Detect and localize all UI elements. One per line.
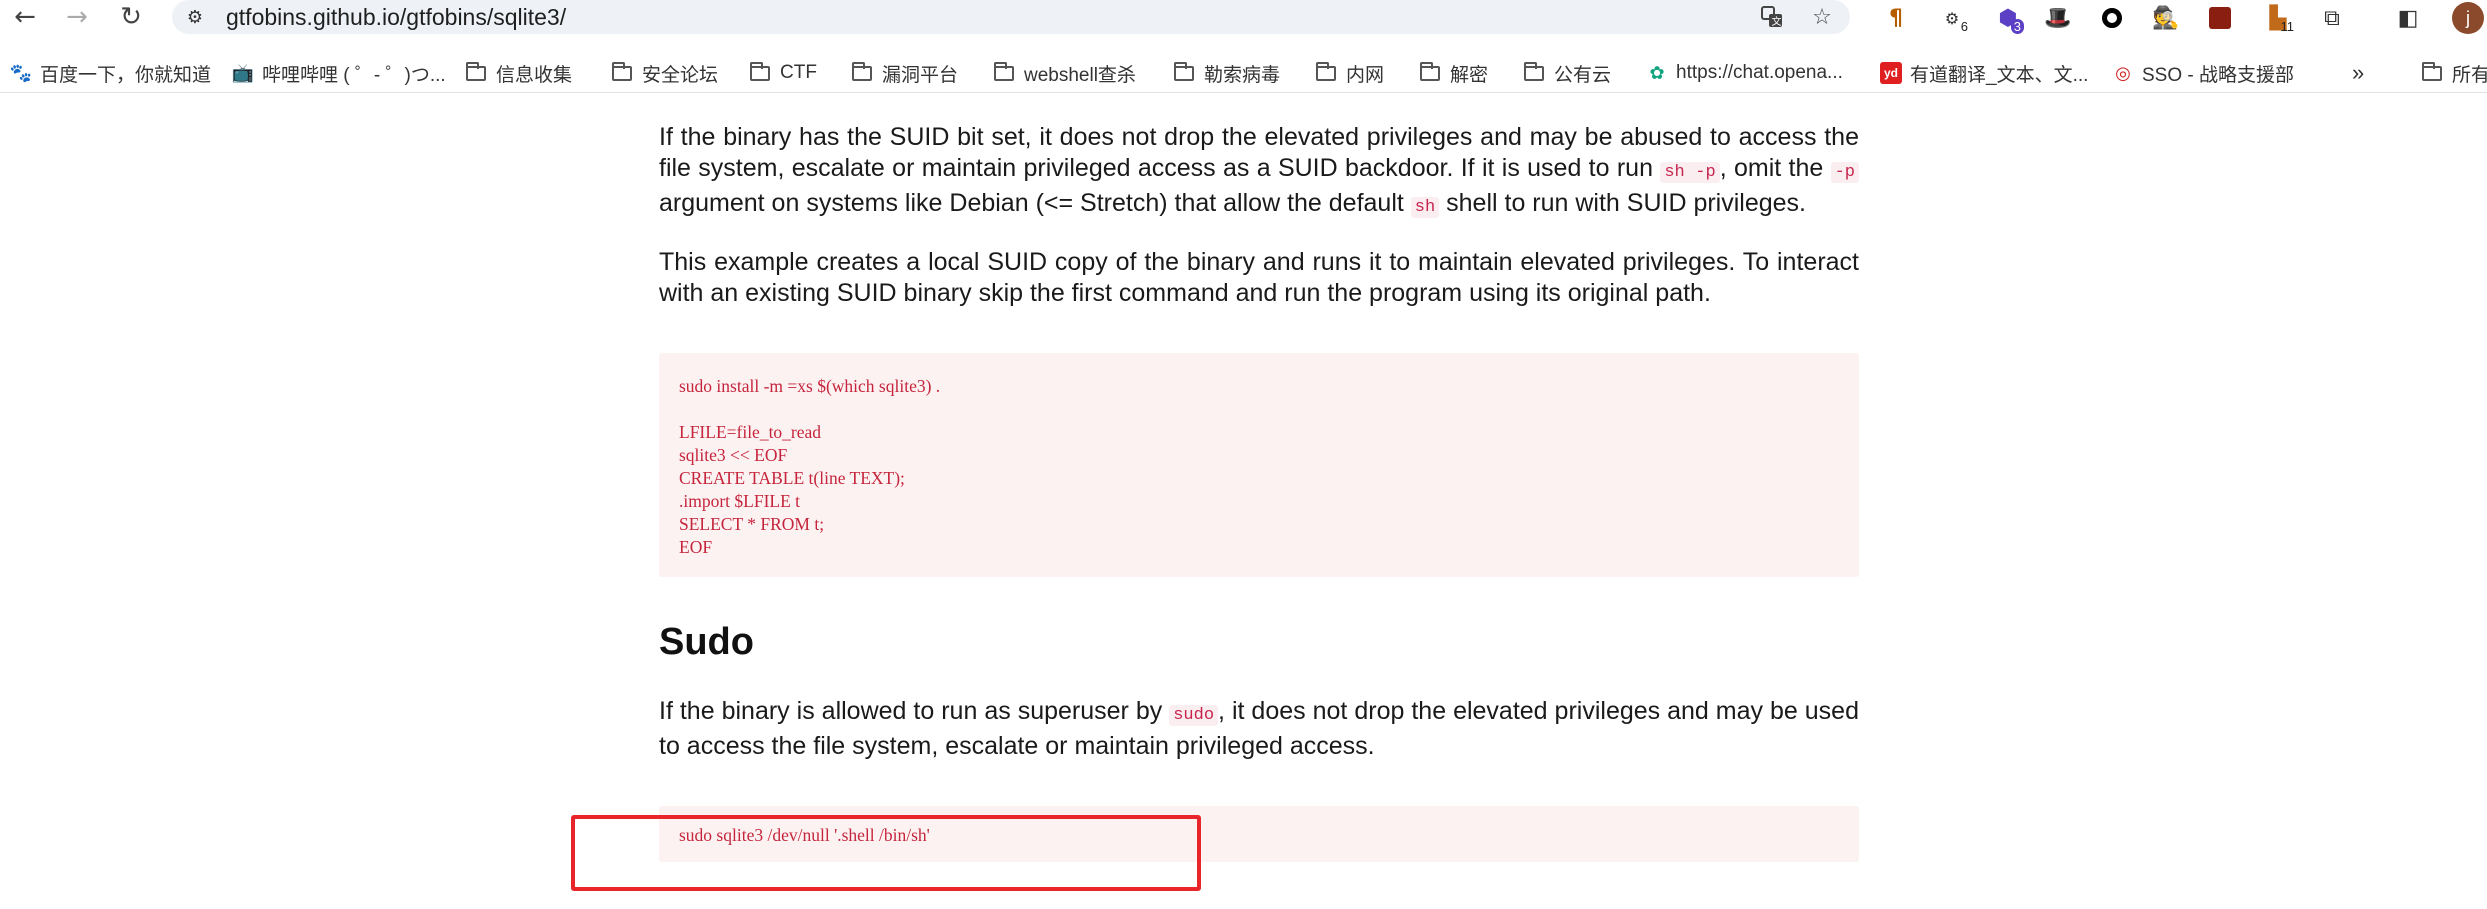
page-content: If the binary has the SUID bit set, it d…	[659, 122, 1860, 862]
extensions-puzzle-icon[interactable]: ⧉	[2316, 2, 2348, 34]
inline-code: sh	[1410, 197, 1440, 218]
bookmark-bilibili[interactable]: 📺 哔哩哔哩 ( ゜- ゜)つ...	[232, 58, 446, 88]
wappalyzer-extension-icon[interactable]: ⚙ 6	[1936, 2, 1968, 35]
bilibili-icon: 📺	[231, 62, 255, 84]
folder-icon	[1316, 61, 1336, 81]
bookmark-youdao[interactable]: yd 有道翻译_文本、文...	[1880, 58, 2088, 88]
bookmark-folder-vuln[interactable]: 漏洞平台	[852, 58, 958, 88]
bookmarks-bar: 🐾 百度一下，你就知道 📺 哔哩哔哩 ( ゜- ゜)つ... 信息收集 安全论坛 C…	[0, 56, 2487, 93]
dark-red-extension-icon[interactable]	[2204, 2, 2236, 34]
bookmark-folder-decrypt[interactable]: 解密	[1420, 58, 1488, 88]
bookmark-baidu[interactable]: 🐾 百度一下，你就知道	[10, 58, 211, 88]
spy-extension-icon[interactable]: 🕵	[2150, 2, 2182, 34]
folder-icon	[466, 61, 486, 81]
hackbar-extension-icon[interactable]: ⬢ 3	[1992, 2, 2024, 34]
bookmark-folder-webshell[interactable]: webshell查杀	[994, 58, 1136, 88]
sso-icon: ◎	[2115, 62, 2131, 84]
sudo-heading: Sudo	[659, 621, 754, 663]
bookmark-folder-forum[interactable]: 安全论坛	[612, 58, 718, 88]
address-bar[interactable]: ⚙ gtfobins.github.io/gtfobins/sqlite3/ 文…	[172, 0, 1850, 34]
profile-avatar[interactable]: j	[2452, 2, 2484, 34]
back-arrow-icon[interactable]: ←	[8, 2, 42, 32]
suid-paragraph: If the binary has the SUID bit set, it d…	[659, 123, 1860, 218]
reload-icon[interactable]: ↻	[114, 2, 148, 32]
inline-code: sudo	[1169, 705, 1219, 726]
red-highlight-box	[571, 815, 1201, 891]
hat-extension-icon[interactable]: 🎩	[2042, 2, 2074, 34]
openai-icon: ✿	[1649, 62, 1665, 84]
translate-icon[interactable]: 文	[1758, 4, 1786, 30]
bookmark-folder-info[interactable]: 信息收集	[466, 58, 572, 88]
bookmark-folder-ctf[interactable]: CTF	[750, 58, 817, 88]
bookmark-folder-ransomware[interactable]: 勒索病毒	[1174, 58, 1280, 88]
folder-icon	[1420, 61, 1440, 81]
bookmark-chatgpt[interactable]: ✿ https://chat.opena...	[1646, 58, 1842, 88]
folder-icon	[612, 61, 632, 81]
baidu-icon: 🐾	[9, 62, 33, 84]
folder-icon	[994, 61, 1014, 81]
bookmark-folder-cloud[interactable]: 公有云	[1524, 58, 1611, 88]
url-text[interactable]: gtfobins.github.io/gtfobins/sqlite3/	[226, 4, 566, 30]
folder-icon	[1174, 61, 1194, 81]
pilcrow-extension-icon[interactable]: ¶	[1880, 2, 1912, 34]
forward-arrow-icon[interactable]: →	[60, 2, 94, 32]
bookmark-sso[interactable]: ◎ SSO - 战略支援部	[2112, 58, 2294, 88]
inline-code: sh -p	[1660, 162, 1720, 183]
browser-toolbar: ← → ↻ ⚙ gtfobins.github.io/gtfobins/sqli…	[0, 0, 2487, 38]
side-panel-icon[interactable]: ◧	[2392, 2, 2424, 34]
folder-icon	[750, 61, 770, 81]
bookmark-star-icon[interactable]: ☆	[1808, 4, 1836, 30]
svg-text:文: 文	[1772, 15, 1782, 28]
bookmarks-overflow-chevron-icon[interactable]: »	[2352, 58, 2364, 88]
bookmark-folder-intranet[interactable]: 内网	[1316, 58, 1384, 88]
bookmark-folder-all[interactable]: 所有	[2422, 58, 2487, 88]
folder-icon	[1524, 61, 1544, 81]
inline-code: -p	[1830, 162, 1860, 183]
site-settings-icon[interactable]: ⚙	[184, 6, 206, 28]
youdao-icon: yd	[1880, 62, 1902, 84]
sudo-paragraph: If the binary is allowed to run as super…	[659, 697, 1859, 760]
folder-icon	[2422, 61, 2442, 81]
suid-code-block[interactable]: sudo install -m =xs $(which sqlite3) . L…	[659, 353, 1859, 577]
folder-icon	[852, 61, 872, 81]
cookie-extension-icon[interactable]: ▙ 11	[2262, 2, 2294, 35]
suid-example-paragraph: This example creates a local SUID copy o…	[659, 248, 1859, 307]
circle-extension-icon[interactable]	[2096, 2, 2128, 34]
